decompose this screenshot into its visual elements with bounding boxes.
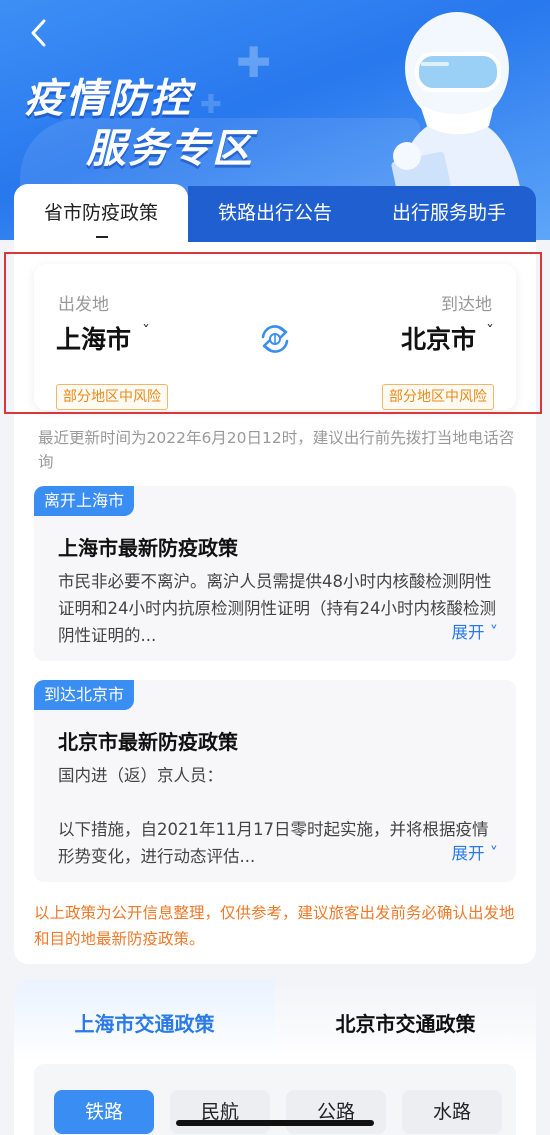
departure-policy-card: 离开上海市 上海市最新防疫政策 市民非必要不离沪。离沪人员需提供48小时内核酸检… — [34, 486, 516, 661]
banner-title-line2: 服务专区 — [86, 126, 254, 172]
mode-aviation-button[interactable]: 民航 — [170, 1090, 270, 1134]
update-note: 最近更新时间为2022年6月20日12时，建议出行前先拨打当地电话咨询 — [38, 429, 515, 471]
mode-waterway-button[interactable]: 水路 — [402, 1090, 502, 1134]
tab-provincial-policy[interactable]: 省市防疫政策 — [14, 184, 188, 242]
tab-active-indicator — [96, 236, 108, 238]
tab-label: 出行服务助手 — [391, 202, 506, 224]
tab-bar: 省市防疫政策 铁路出行公告 出行服务助手 — [14, 184, 536, 242]
tab-label: 北京市交通政策 — [335, 1012, 476, 1036]
highlight-annotation-box — [4, 252, 542, 414]
mode-railway-button[interactable]: 铁路 — [54, 1090, 154, 1134]
tab-label: 上海市交通政策 — [74, 1012, 215, 1036]
home-indicator[interactable] — [176, 1120, 374, 1126]
tab-label: 省市防疫政策 — [43, 202, 158, 224]
traffic-policy-card: 上海市交通政策 北京市交通政策 铁路 民航 公路 水路 — [14, 980, 536, 1135]
disclaimer-text: 以上政策为公开信息整理，仅供参考，建议旅客出发前务必确认出发地和目的地最新防疫政… — [34, 904, 515, 948]
policy-tag: 离开上海市 — [34, 486, 135, 516]
policy-title: 上海市最新防疫政策 — [58, 536, 238, 560]
policy-text: 国内进（返）京人员： 以下措施，自2021年11月17日零时起实施，并将根据疫情… — [58, 762, 498, 870]
tab-label: 铁路出行公告 — [217, 202, 332, 224]
mode-highway-button[interactable]: 公路 — [286, 1090, 386, 1134]
chevron-left-icon — [31, 19, 46, 47]
tab-beijing-traffic[interactable]: 北京市交通政策 — [275, 980, 536, 1064]
policy-tag: 到达北京市 — [34, 680, 135, 710]
tab-railway-notice[interactable]: 铁路出行公告 — [188, 184, 362, 242]
policy-text-line: 国内进（返）京人员： — [58, 766, 223, 785]
traffic-tab-bar: 上海市交通政策 北京市交通政策 — [14, 980, 536, 1064]
back-button[interactable] — [22, 16, 56, 50]
tab-travel-assistant[interactable]: 出行服务助手 — [362, 184, 536, 242]
arrival-policy-card: 到达北京市 北京市最新防疫政策 国内进（返）京人员： 以下措施，自2021年11… — [34, 680, 516, 882]
expand-button[interactable]: 展开 ˅ — [452, 840, 499, 864]
expand-button[interactable]: 展开 ˅ — [452, 619, 499, 643]
policy-text-line: 以下措施，自2021年11月17日零时起实施，并将根据疫情形势变化，进行动态评估… — [58, 820, 489, 866]
policy-title: 北京市最新防疫政策 — [58, 730, 238, 754]
tab-shanghai-traffic[interactable]: 上海市交通政策 — [14, 980, 275, 1064]
plus-decoration-icon: ✚ — [236, 38, 272, 87]
policy-text: 市民非必要不离沪。离沪人员需提供48小时内核酸检测阴性证明和24小时内抗原检测阴… — [58, 572, 496, 645]
